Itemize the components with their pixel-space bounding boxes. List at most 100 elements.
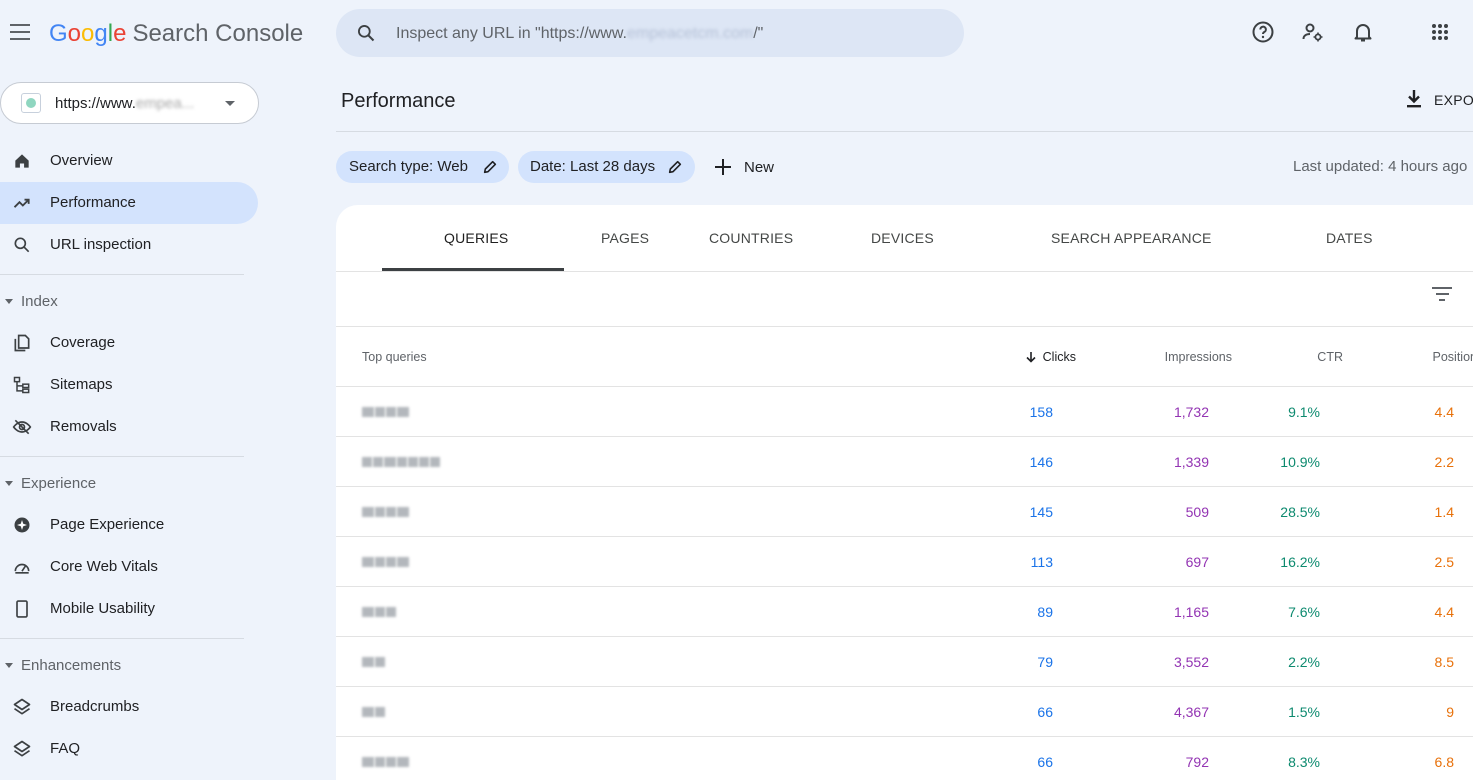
search-icon <box>14 237 30 253</box>
search-placeholder[interactable]: Inspect any URL in "https://www.empeacet… <box>396 25 763 43</box>
trending-up-icon <box>13 198 30 208</box>
tab-pages[interactable]: PAGES <box>601 230 649 246</box>
top-bar: Google Search Console Inspect any URL in … <box>0 0 1473 68</box>
page-title: Performance <box>341 90 456 112</box>
ctr-value: 10.9% <box>1280 454 1320 470</box>
performance-table-card: QUERIES PAGES COUNTRIES DEVICES SEARCH A… <box>336 205 1473 780</box>
redacted-query <box>362 604 397 618</box>
filter-rows-icon[interactable] <box>1432 287 1452 303</box>
home-icon <box>15 154 29 168</box>
impressions-value: 1,339 <box>1173 454 1209 470</box>
ctr-value: 16.2% <box>1280 554 1320 570</box>
page-experience-icon <box>14 517 30 533</box>
position-value: 4.4 <box>1434 604 1454 620</box>
position-value: 8.5 <box>1434 654 1454 670</box>
property-selector[interactable]: https://www.empea... <box>0 82 259 124</box>
manage-accounts-icon[interactable] <box>1301 20 1325 44</box>
impressions-value: 792 <box>1185 754 1209 770</box>
speed-gauge-icon <box>14 563 30 574</box>
download-icon <box>1407 90 1421 108</box>
app-logo[interactable]: Google Search Console <box>49 20 303 48</box>
position-value: 2.5 <box>1434 554 1454 570</box>
search-type-chip[interactable]: Search type: Web <box>336 151 509 183</box>
clicks-value: 89 <box>1037 604 1053 620</box>
clicks-value: 66 <box>1037 704 1053 720</box>
sidebar-item-performance[interactable]: Performance <box>0 182 258 224</box>
app-title: Search Console <box>132 20 304 47</box>
impressions-value: 1,732 <box>1173 404 1209 420</box>
add-icon <box>715 159 731 175</box>
position-value: 4.4 <box>1434 404 1454 420</box>
column-header-clicks[interactable]: Clicks <box>1025 350 1076 364</box>
ctr-value: 8.3% <box>1288 754 1320 770</box>
impressions-value: 4,367 <box>1173 704 1209 720</box>
column-header-query[interactable]: Top queries <box>362 350 427 364</box>
sidebar-item-mobile-usability[interactable]: Mobile Usability <box>0 588 258 630</box>
table-row[interactable]: 113 697 16.2% 2.5 <box>336 537 1473 587</box>
layers-icon <box>13 740 31 757</box>
search-icon <box>358 25 375 42</box>
impressions-value: 1,165 <box>1173 604 1209 620</box>
ctr-value: 1.5% <box>1288 704 1320 720</box>
tab-countries[interactable]: COUNTRIES <box>709 230 793 246</box>
column-header-ctr[interactable]: CTR <box>1317 350 1343 364</box>
sitemap-icon <box>13 376 30 394</box>
table-row[interactable]: 89 1,165 7.6% 4.4 <box>336 587 1473 637</box>
section-index[interactable]: Index <box>0 293 58 310</box>
clicks-value: 145 <box>1029 504 1053 520</box>
sidebar-item-url-inspection[interactable]: URL inspection <box>0 224 258 266</box>
tab-search-appearance[interactable]: SEARCH APPEARANCE <box>1051 230 1212 246</box>
redacted-query <box>362 404 410 418</box>
table-row[interactable]: 66 792 8.3% 6.8 <box>336 737 1473 780</box>
layers-icon <box>13 698 31 715</box>
visibility-off-icon <box>12 419 32 435</box>
collapse-arrow-icon <box>5 662 13 668</box>
toolbar-divider <box>336 326 1473 327</box>
table-row[interactable]: 146 1,339 10.9% 2.2 <box>336 437 1473 487</box>
position-value: 6.8 <box>1434 754 1454 770</box>
clicks-value: 113 <box>1030 554 1053 570</box>
tab-devices[interactable]: DEVICES <box>871 230 934 246</box>
tab-dates[interactable]: DATES <box>1326 230 1373 246</box>
clicks-value: 146 <box>1029 454 1053 470</box>
tab-queries[interactable]: QUERIES <box>444 230 508 246</box>
table-row[interactable]: 79 3,552 2.2% 8.5 <box>336 637 1473 687</box>
redacted-query <box>362 504 410 518</box>
sidebar-item-sitemaps[interactable]: Sitemaps <box>0 364 258 406</box>
column-header-impressions[interactable]: Impressions <box>1165 350 1232 364</box>
column-header-position[interactable]: Position <box>1433 350 1473 364</box>
apps-grid-icon[interactable] <box>1428 20 1452 44</box>
sidebar-item-removals[interactable]: Removals <box>0 406 258 448</box>
notifications-icon[interactable] <box>1351 20 1375 44</box>
ctr-value: 2.2% <box>1288 654 1320 670</box>
sidebar-divider <box>0 456 244 457</box>
table-row[interactable]: 145 509 28.5% 1.4 <box>336 487 1473 537</box>
tabs-divider <box>336 271 1473 272</box>
sidebar-item-coverage[interactable]: Coverage <box>0 322 258 364</box>
header-divider <box>336 131 1473 132</box>
table-row[interactable]: 158 1,732 9.1% 4.4 <box>336 387 1473 437</box>
section-enhancements[interactable]: Enhancements <box>0 657 121 674</box>
last-updated-text: Last updated: 4 hours ago <box>1293 158 1468 175</box>
impressions-value: 509 <box>1185 504 1209 520</box>
table-row[interactable]: 66 4,367 1.5% 9 <box>336 687 1473 737</box>
url-inspect-search[interactable]: Inspect any URL in "https://www.empeacet… <box>336 9 964 57</box>
section-experience[interactable]: Experience <box>0 475 96 492</box>
sidebar-item-core-web-vitals[interactable]: Core Web Vitals <box>0 546 258 588</box>
sidebar-item-overview[interactable]: Overview <box>0 140 258 182</box>
sidebar-item-breadcrumbs[interactable]: Breadcrumbs <box>0 686 258 728</box>
sidebar: https://www.empea... Overview Performanc… <box>0 68 272 780</box>
menu-icon[interactable] <box>10 24 30 40</box>
date-range-chip[interactable]: Date: Last 28 days <box>518 151 695 183</box>
sort-descending-icon <box>1026 352 1036 363</box>
sidebar-divider <box>0 274 244 275</box>
sidebar-divider <box>0 638 244 639</box>
coverage-icon <box>14 334 30 352</box>
sidebar-item-faq[interactable]: FAQ <box>0 728 258 770</box>
impressions-value: 697 <box>1185 554 1209 570</box>
collapse-arrow-icon <box>5 298 13 304</box>
help-icon[interactable] <box>1251 20 1275 44</box>
sidebar-item-page-experience[interactable]: Page Experience <box>0 504 258 546</box>
ctr-value: 9.1% <box>1288 404 1320 420</box>
redacted-query <box>362 454 441 468</box>
